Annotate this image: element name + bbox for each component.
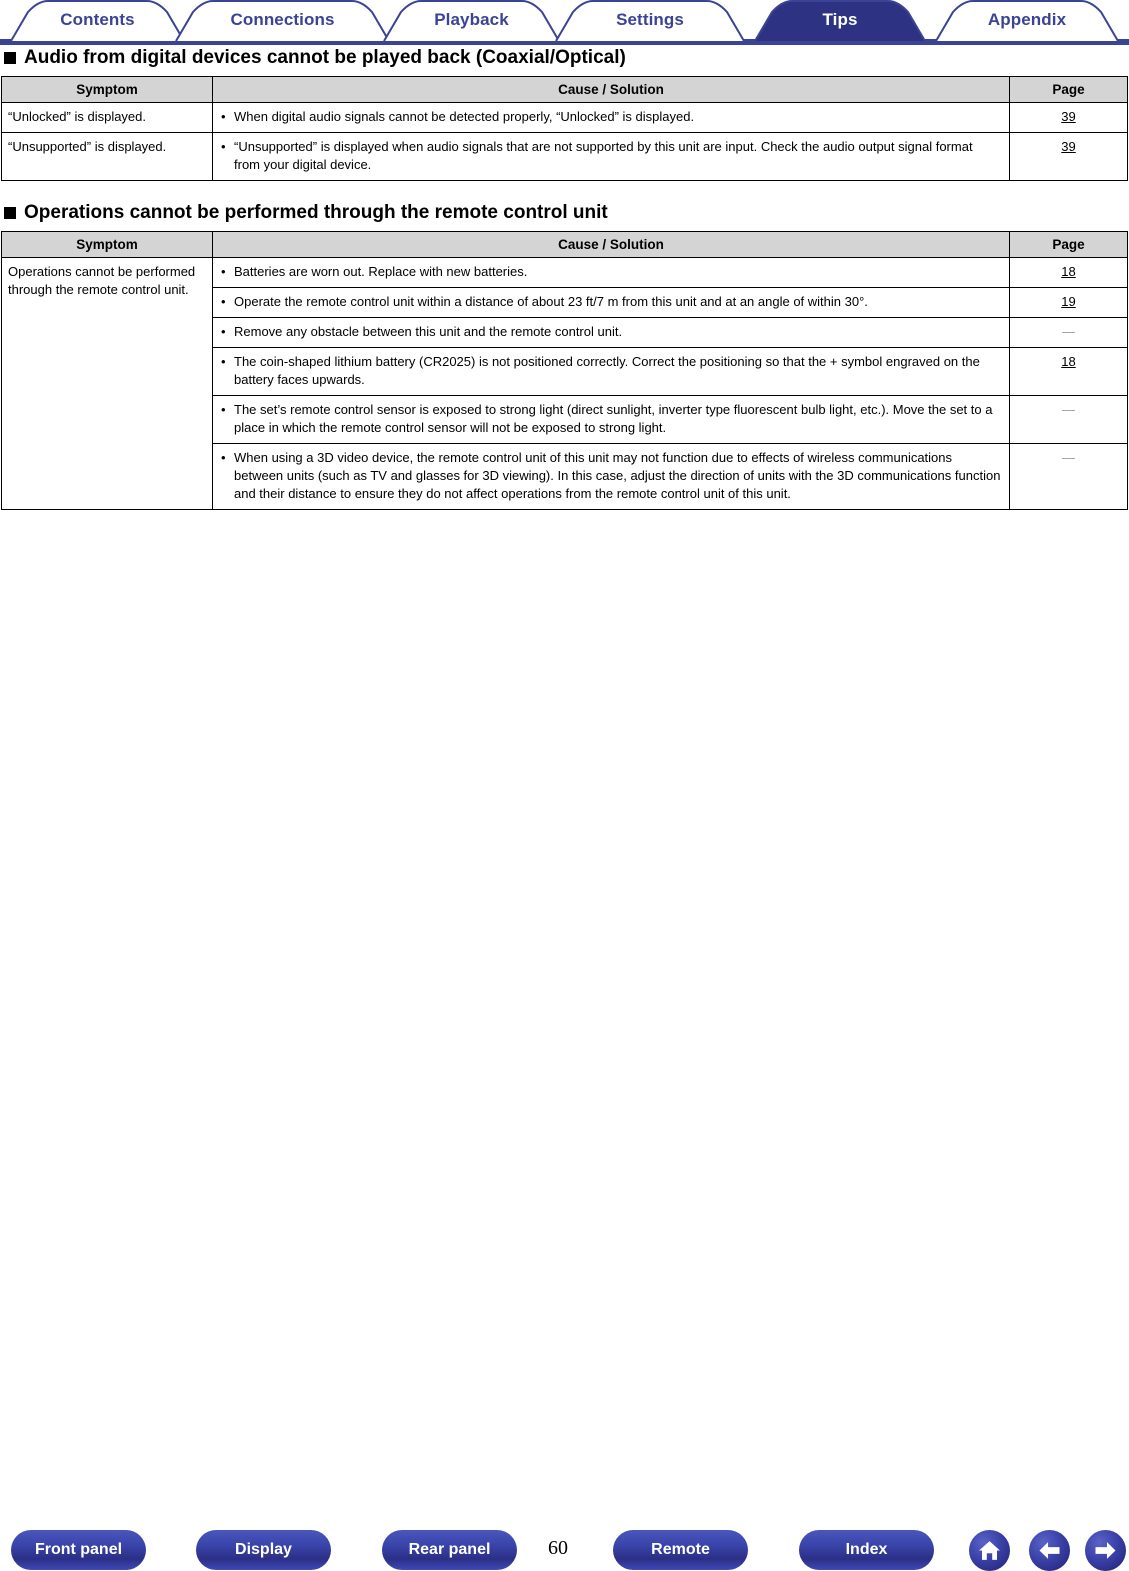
page-reference-link[interactable]: 18 — [1061, 354, 1075, 369]
page-reference-link[interactable]: 19 — [1061, 294, 1075, 309]
cause-solution-text: The coin-shaped lithium battery (CR2025)… — [234, 354, 980, 387]
table-row: “Unlocked” is displayed. • When digital au… — [1, 102, 1128, 133]
cause-solution-cell: • The set’s remote control sensor is expo… — [212, 395, 1010, 444]
bullet-dot-icon: • — [221, 294, 226, 309]
page-cell: — — [1009, 317, 1128, 348]
page-reference-link[interactable]: 18 — [1061, 264, 1075, 279]
cause-solution-cell: • When digital audio signals cannot be de… — [212, 102, 1010, 133]
cause-solution-text: The set’s remote control sensor is expos… — [234, 402, 993, 435]
symptom-cell: “Unsupported” is displayed. — [1, 132, 213, 181]
top-tab-bar: Contents Connections Playback Settings Tips A… — [0, 0, 1129, 46]
column-header-symptom: Symptom — [1, 76, 213, 103]
page-reference-none: — — [1062, 402, 1075, 417]
page-number: 60 — [548, 1537, 568, 1559]
footer-button-label: Display — [235, 1541, 292, 1558]
bullet-dot-icon: • — [221, 324, 226, 339]
table-row: Operations cannot be performed through t… — [1, 257, 1128, 510]
arrow-left-icon[interactable] — [1029, 1530, 1070, 1571]
page-reference-none: — — [1062, 324, 1075, 339]
table-row: “Unsupported” is displayed. • “Unsupported… — [1, 132, 1128, 181]
arrow-right-icon[interactable] — [1085, 1530, 1126, 1571]
column-header-page: Page — [1009, 76, 1128, 103]
tab-label: Appendix — [987, 9, 1067, 29]
cause-solution-cell: • When using a 3D video device, the remot… — [212, 443, 1010, 510]
square-bullet-icon — [4, 207, 16, 219]
tab-label: Contents — [60, 9, 135, 29]
page-cell: 39 — [1009, 132, 1128, 181]
bullet-dot-icon: • — [221, 450, 226, 465]
display-button[interactable]: Display — [196, 1530, 331, 1570]
cause-solution-cell: • “Unsupported” is displayed when audio s… — [212, 132, 1010, 181]
page-cell: 18 — [1009, 257, 1128, 288]
tab-tips[interactable]: Tips — [754, 0, 926, 41]
footer-button-label: Index — [845, 1541, 888, 1558]
tab-playback[interactable]: Playback — [383, 0, 560, 41]
footer-button-label: Front panel — [34, 1541, 123, 1558]
section-heading: Operations cannot be performed through t… — [4, 201, 1129, 225]
cause-solution-text: Remove any obstacle between this unit an… — [234, 324, 623, 339]
page-reference-link[interactable]: 39 — [1061, 109, 1075, 124]
symptom-cell: “Unlocked” is displayed. — [1, 102, 213, 133]
bullet-dot-icon: • — [221, 264, 226, 279]
page-cell: 19 — [1009, 287, 1128, 318]
column-header-symptom: Symptom — [1, 231, 213, 258]
page-cell: 39 — [1009, 102, 1128, 133]
troubleshooting-table: Symptom Cause / Solution Page “Unlocked” is… — [1, 76, 1128, 181]
cause-solution-text: When using a 3D video device, the remote… — [234, 450, 1001, 501]
page-cell: — — [1009, 443, 1128, 510]
page-reference-none: — — [1062, 450, 1075, 465]
bullet-dot-icon: • — [221, 139, 226, 154]
cause-solution-cell: • Operate the remote control unit within … — [212, 287, 1010, 318]
tab-contents[interactable]: Contents — [10, 0, 185, 41]
page-content: Audio from digital devices cannot be pla… — [0, 46, 1129, 510]
front-panel-button[interactable]: Front panel — [11, 1530, 146, 1570]
troubleshooting-table: Symptom Cause / Solution Page Operations ca… — [1, 231, 1128, 510]
footer-nav-bar: Front panel Display Rear panel Remote Index … — [0, 762, 1129, 1571]
tab-appendix[interactable]: Appendix — [935, 0, 1119, 41]
cause-solution-text: Operate the remote control unit within a… — [234, 294, 868, 309]
page-cell: — — [1009, 395, 1128, 444]
home-icon[interactable] — [969, 1530, 1010, 1571]
cause-solution-text: Batteries are worn out. Replace with new… — [234, 264, 528, 279]
cause-solution-text: “Unsupported” is displayed when audio si… — [234, 139, 973, 172]
column-header-cause-solution: Cause / Solution — [212, 231, 1010, 258]
section-heading: Audio from digital devices cannot be pla… — [4, 46, 1129, 70]
remote-button[interactable]: Remote — [613, 1530, 748, 1570]
table-header-row: Symptom Cause / Solution Page — [1, 231, 1128, 258]
symptom-cell: Operations cannot be performed through t… — [1, 257, 213, 510]
section-heading-text: Audio from digital devices cannot be pla… — [24, 47, 626, 68]
bullet-dot-icon: • — [221, 402, 226, 417]
page-reference-link[interactable]: 39 — [1061, 139, 1075, 154]
tab-label: Settings — [616, 9, 684, 29]
page-cell: 18 — [1009, 347, 1128, 396]
cause-solution-cell: • The coin-shaped lithium battery (CR2025… — [212, 347, 1010, 396]
table-header-row: Symptom Cause / Solution Page — [1, 76, 1128, 103]
bullet-dot-icon: • — [221, 109, 226, 124]
tab-label: Tips — [822, 9, 858, 29]
cause-solution-cell: • Remove any obstacle between this unit a… — [212, 317, 1010, 348]
rear-panel-button[interactable]: Rear panel — [382, 1530, 517, 1570]
section-heading-text: Operations cannot be performed through t… — [24, 202, 608, 223]
footer-button-label: Remote — [651, 1541, 710, 1558]
footer-button-label: Rear panel — [408, 1541, 491, 1558]
index-button[interactable]: Index — [799, 1530, 934, 1570]
square-bullet-icon — [4, 52, 16, 64]
bullet-dot-icon: • — [221, 354, 226, 369]
column-header-page: Page — [1009, 231, 1128, 258]
tab-label: Connections — [230, 9, 335, 29]
tab-label: Playback — [434, 9, 509, 29]
column-header-cause-solution: Cause / Solution — [212, 76, 1010, 103]
tab-settings[interactable]: Settings — [555, 0, 745, 41]
tab-connections[interactable]: Connections — [175, 0, 390, 41]
cause-solution-cell: • Batteries are worn out. Replace with ne… — [212, 257, 1010, 288]
cause-solution-text: When digital audio signals cannot be det… — [234, 109, 695, 124]
